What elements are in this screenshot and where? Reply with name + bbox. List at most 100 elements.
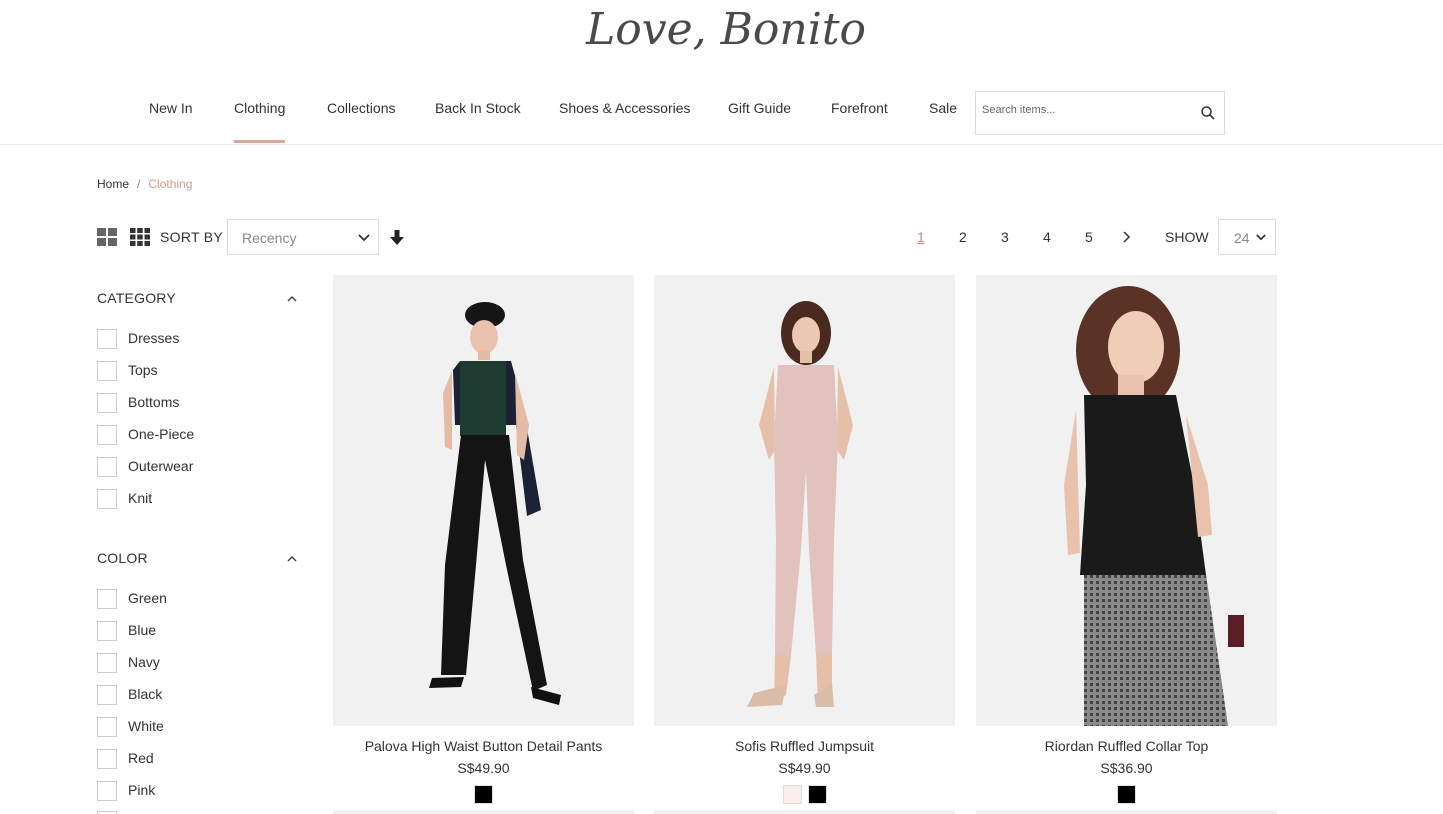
nav-item-collections[interactable]: Collections (327, 100, 395, 116)
color-filter-title[interactable]: COLOR (97, 550, 148, 566)
category-filter-outerwear[interactable]: Outerwear (97, 455, 297, 477)
checkbox[interactable] (97, 749, 117, 769)
category-filter-title[interactable]: CATEGORY (97, 290, 176, 306)
checkbox[interactable] (97, 361, 117, 381)
product-price: S$36.90 (1100, 760, 1153, 776)
color-filter-blue[interactable]: Blue (97, 619, 297, 641)
page-1-link[interactable]: 1 (917, 229, 925, 245)
color-filter-red[interactable]: Red (97, 747, 297, 769)
nav-item-back-in-stock[interactable]: Back In Stock (435, 100, 521, 116)
product-image[interactable] (333, 275, 634, 726)
product-image[interactable] (333, 810, 634, 814)
color-swatches (654, 785, 955, 804)
color-swatches (976, 785, 1277, 804)
search-box (975, 91, 1225, 135)
chevron-up-icon[interactable] (286, 295, 298, 303)
category-filter-dresses[interactable]: Dresses (97, 327, 297, 349)
checkbox[interactable] (97, 685, 117, 705)
color-filter-black[interactable]: Black (97, 683, 297, 705)
product-price: S$49.90 (457, 760, 510, 776)
color-swatches (333, 785, 634, 804)
listing-toolbar: SORT BY Recency 1 2 3 4 5 SHOW 24 (97, 219, 1277, 255)
category-filter-bottoms[interactable]: Bottoms (97, 391, 297, 413)
filter-label: Bottoms (128, 394, 180, 410)
chevron-right-icon[interactable] (1122, 231, 1132, 243)
model-photo (1064, 286, 1244, 726)
nav-item-forefront[interactable]: Forefront (831, 100, 888, 116)
main-nav: New In Clothing Collections Back In Stoc… (0, 90, 1443, 145)
breadcrumb-current: Clothing (148, 177, 193, 191)
filter-label: Navy (128, 654, 160, 670)
checkbox[interactable] (97, 781, 117, 801)
filter-label: Green (128, 590, 167, 606)
checkbox[interactable] (97, 329, 117, 349)
filter-label: Dresses (128, 330, 180, 346)
color-filter-navy[interactable]: Navy (97, 651, 297, 673)
color-swatch-black[interactable] (1117, 785, 1136, 804)
search-icon[interactable] (1200, 105, 1216, 121)
checkbox[interactable] (97, 653, 117, 673)
checkbox[interactable] (97, 489, 117, 509)
model-photo (429, 302, 561, 705)
sort-by-label: SORT BY (160, 229, 224, 245)
model-photo (747, 301, 853, 707)
sort-select[interactable]: Recency (227, 219, 379, 255)
page-3-link[interactable]: 3 (1001, 229, 1009, 245)
chevron-down-icon (358, 234, 370, 242)
nav-item-gift-guide[interactable]: Gift Guide (728, 100, 791, 116)
brand-logo[interactable]: Love, Bonito (586, 4, 866, 60)
filter-label: Blue (128, 622, 157, 638)
breadcrumb-home[interactable]: Home (97, 177, 129, 191)
color-swatch-black[interactable] (807, 785, 827, 804)
checkbox[interactable] (97, 621, 117, 641)
breadcrumb: Home / Clothing (97, 177, 192, 191)
filter-label: White (128, 718, 164, 734)
show-per-page-value: 24 (1234, 230, 1250, 246)
nav-item-new-in[interactable]: New In (149, 100, 193, 116)
filter-label: Red (128, 750, 154, 766)
breadcrumb-separator: / (137, 177, 141, 191)
product-image[interactable] (976, 275, 1277, 726)
filter-label: Tops (128, 362, 158, 378)
filter-label: Pink (128, 782, 156, 798)
show-per-page-select[interactable]: 24 (1218, 219, 1276, 255)
filter-label: Outerwear (128, 458, 194, 474)
product-image[interactable] (976, 810, 1277, 814)
color-filter-pink[interactable]: Pink (97, 779, 297, 801)
nav-item-sale[interactable]: Sale (929, 100, 957, 116)
product-name[interactable]: Riordan Ruffled Collar Top (976, 738, 1277, 754)
chevron-down-icon (1256, 234, 1266, 241)
filter-label: Black (128, 686, 163, 702)
checkbox[interactable] (97, 717, 117, 737)
category-filter-knit[interactable]: Knit (97, 487, 297, 509)
color-filter-white[interactable]: White (97, 715, 297, 737)
color-filter-green[interactable]: Green (97, 587, 297, 609)
category-filter-tops[interactable]: Tops (97, 359, 297, 381)
brand-logo-text[interactable]: Love, Bonito (586, 4, 866, 55)
page-5-link[interactable]: 5 (1085, 229, 1093, 245)
checkbox[interactable] (97, 589, 117, 609)
sort-select-value: Recency (242, 230, 297, 246)
color-swatch-black[interactable] (474, 785, 493, 804)
page-4-link[interactable]: 4 (1043, 229, 1051, 245)
nav-item-shoes-accessories[interactable]: Shoes & Accessories (559, 100, 691, 116)
product-image[interactable] (654, 810, 955, 814)
nav-item-clothing[interactable]: Clothing (234, 100, 286, 143)
chevron-up-icon[interactable] (286, 555, 298, 563)
sort-direction-icon[interactable] (390, 230, 404, 246)
checkbox[interactable] (97, 393, 117, 413)
search-input[interactable] (982, 104, 1192, 116)
product-name[interactable]: Sofis Ruffled Jumpsuit (654, 738, 955, 754)
checkbox[interactable] (97, 425, 117, 445)
category-filter-one-piece[interactable]: One-Piece (97, 423, 297, 445)
product-name[interactable]: Palova High Waist Button Detail Pants (333, 738, 634, 754)
color-swatch-pink[interactable] (782, 785, 802, 804)
product-price: S$49.90 (778, 760, 831, 776)
checkbox[interactable] (97, 457, 117, 477)
filter-label: Knit (128, 490, 153, 506)
show-label: SHOW (1165, 229, 1209, 245)
grid-small-view-icon[interactable] (130, 228, 150, 246)
grid-large-view-icon[interactable] (97, 228, 117, 246)
page-2-link[interactable]: 2 (959, 229, 967, 245)
product-image[interactable] (654, 275, 955, 726)
